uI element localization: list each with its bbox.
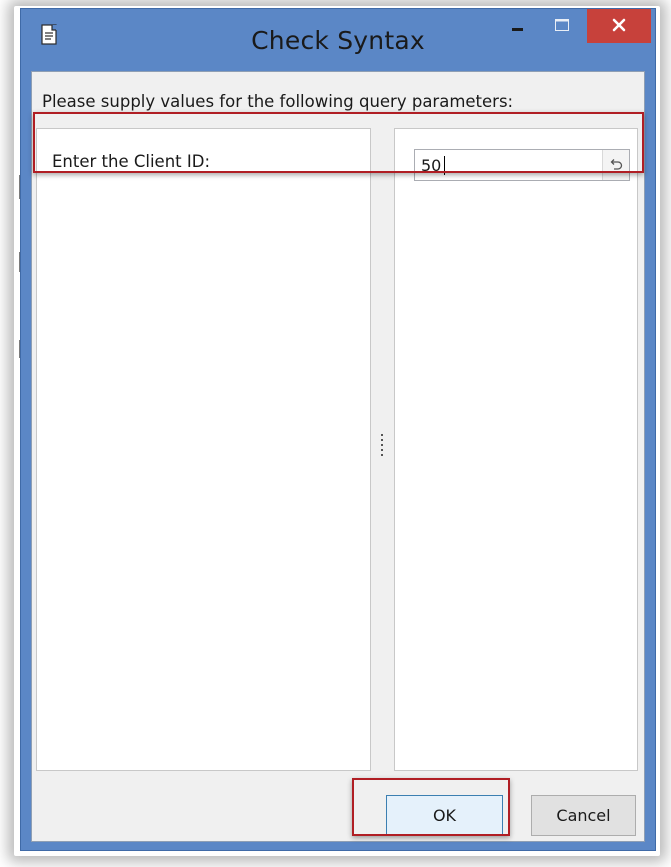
grip-dot [381,434,383,436]
grip-dot [381,449,383,451]
grip-dot [381,454,383,456]
ok-button[interactable]: OK [386,795,503,836]
cancel-button[interactable]: Cancel [531,795,636,836]
reset-value-button[interactable] [602,150,629,180]
dialog-body: Please supply values for the following q… [31,71,645,842]
client-id-label: Enter the Client ID: [52,152,210,171]
close-icon [587,18,651,47]
client-id-field[interactable] [414,149,630,181]
maximize-button[interactable] [543,9,581,43]
panel-splitter[interactable] [371,128,394,771]
undo-icon [603,159,629,184]
close-button[interactable] [587,9,651,43]
title-bar[interactable]: Check Syntax [21,9,655,71]
grip-dot [381,444,383,446]
instructions-text: Please supply values for the following q… [42,92,514,111]
check-syntax-dialog: Check Syntax Please supply values for th… [20,8,656,851]
grip-dot [381,439,383,441]
maximize-icon [543,19,581,47]
parameter-values-panel [394,128,638,771]
parameter-names-panel [36,128,371,771]
text-cursor [444,156,445,175]
client-id-input[interactable] [415,150,597,180]
minimize-button[interactable] [499,9,537,43]
minimize-icon [499,28,537,47]
